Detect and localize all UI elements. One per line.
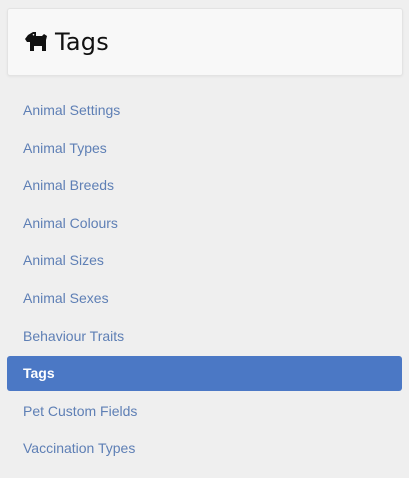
nav-item-animal-settings[interactable]: Animal Settings bbox=[7, 93, 402, 128]
dog-icon bbox=[23, 29, 51, 55]
nav-item-pet-custom-fields[interactable]: Pet Custom Fields bbox=[7, 394, 402, 429]
nav-item-vaccination-types[interactable]: Vaccination Types bbox=[7, 431, 402, 466]
page-title: Tags bbox=[55, 28, 109, 56]
nav-item-animal-types[interactable]: Animal Types bbox=[7, 131, 402, 166]
nav-item-animal-sexes[interactable]: Animal Sexes bbox=[7, 281, 402, 316]
nav-item-animal-breeds[interactable]: Animal Breeds bbox=[7, 168, 402, 203]
nav-item-behaviour-traits[interactable]: Behaviour Traits bbox=[7, 319, 402, 354]
nav-item-animal-colours[interactable]: Animal Colours bbox=[7, 206, 402, 241]
settings-nav: Animal Settings Animal Types Animal Bree… bbox=[7, 93, 402, 469]
nav-item-animal-sizes[interactable]: Animal Sizes bbox=[7, 243, 402, 278]
nav-item-tags[interactable]: Tags bbox=[7, 356, 402, 392]
page-header: Tags bbox=[7, 8, 403, 76]
